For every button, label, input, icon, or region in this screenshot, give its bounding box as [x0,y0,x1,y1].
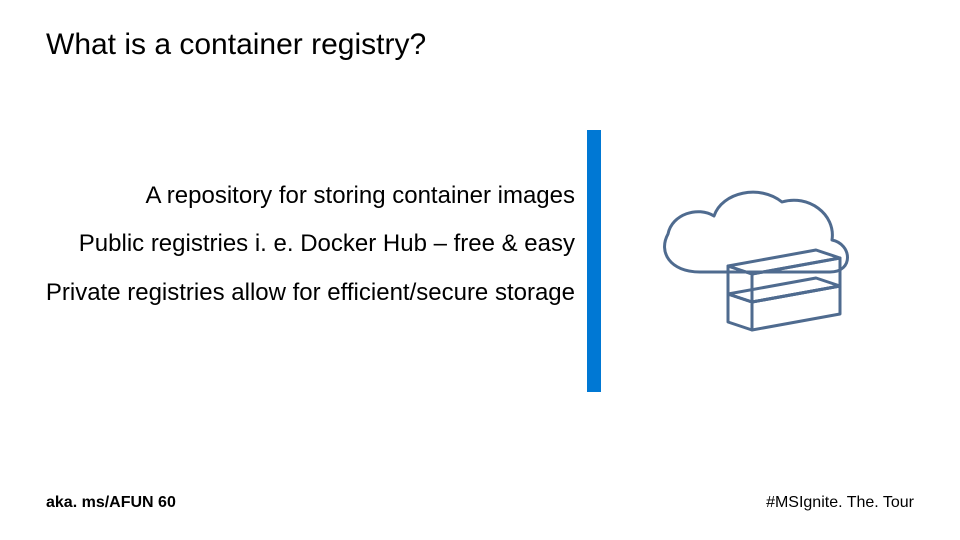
bullet-list: A repository for storing container image… [0,180,575,325]
accent-bar [587,130,601,392]
footer-link: aka. ms/AFUN 60 [46,494,176,512]
slide: What is a container registry? A reposito… [0,0,960,540]
footer-hashtag: #MSIgnite. The. Tour [766,494,914,512]
cloud-registry-icon [640,180,860,340]
slide-title: What is a container registry? [46,28,426,62]
bullet-item: A repository for storing container image… [0,180,575,212]
bullet-item: Private registries allow for efficient/s… [0,277,575,309]
bullet-item: Public registries i. e. Docker Hub – fre… [0,228,575,260]
